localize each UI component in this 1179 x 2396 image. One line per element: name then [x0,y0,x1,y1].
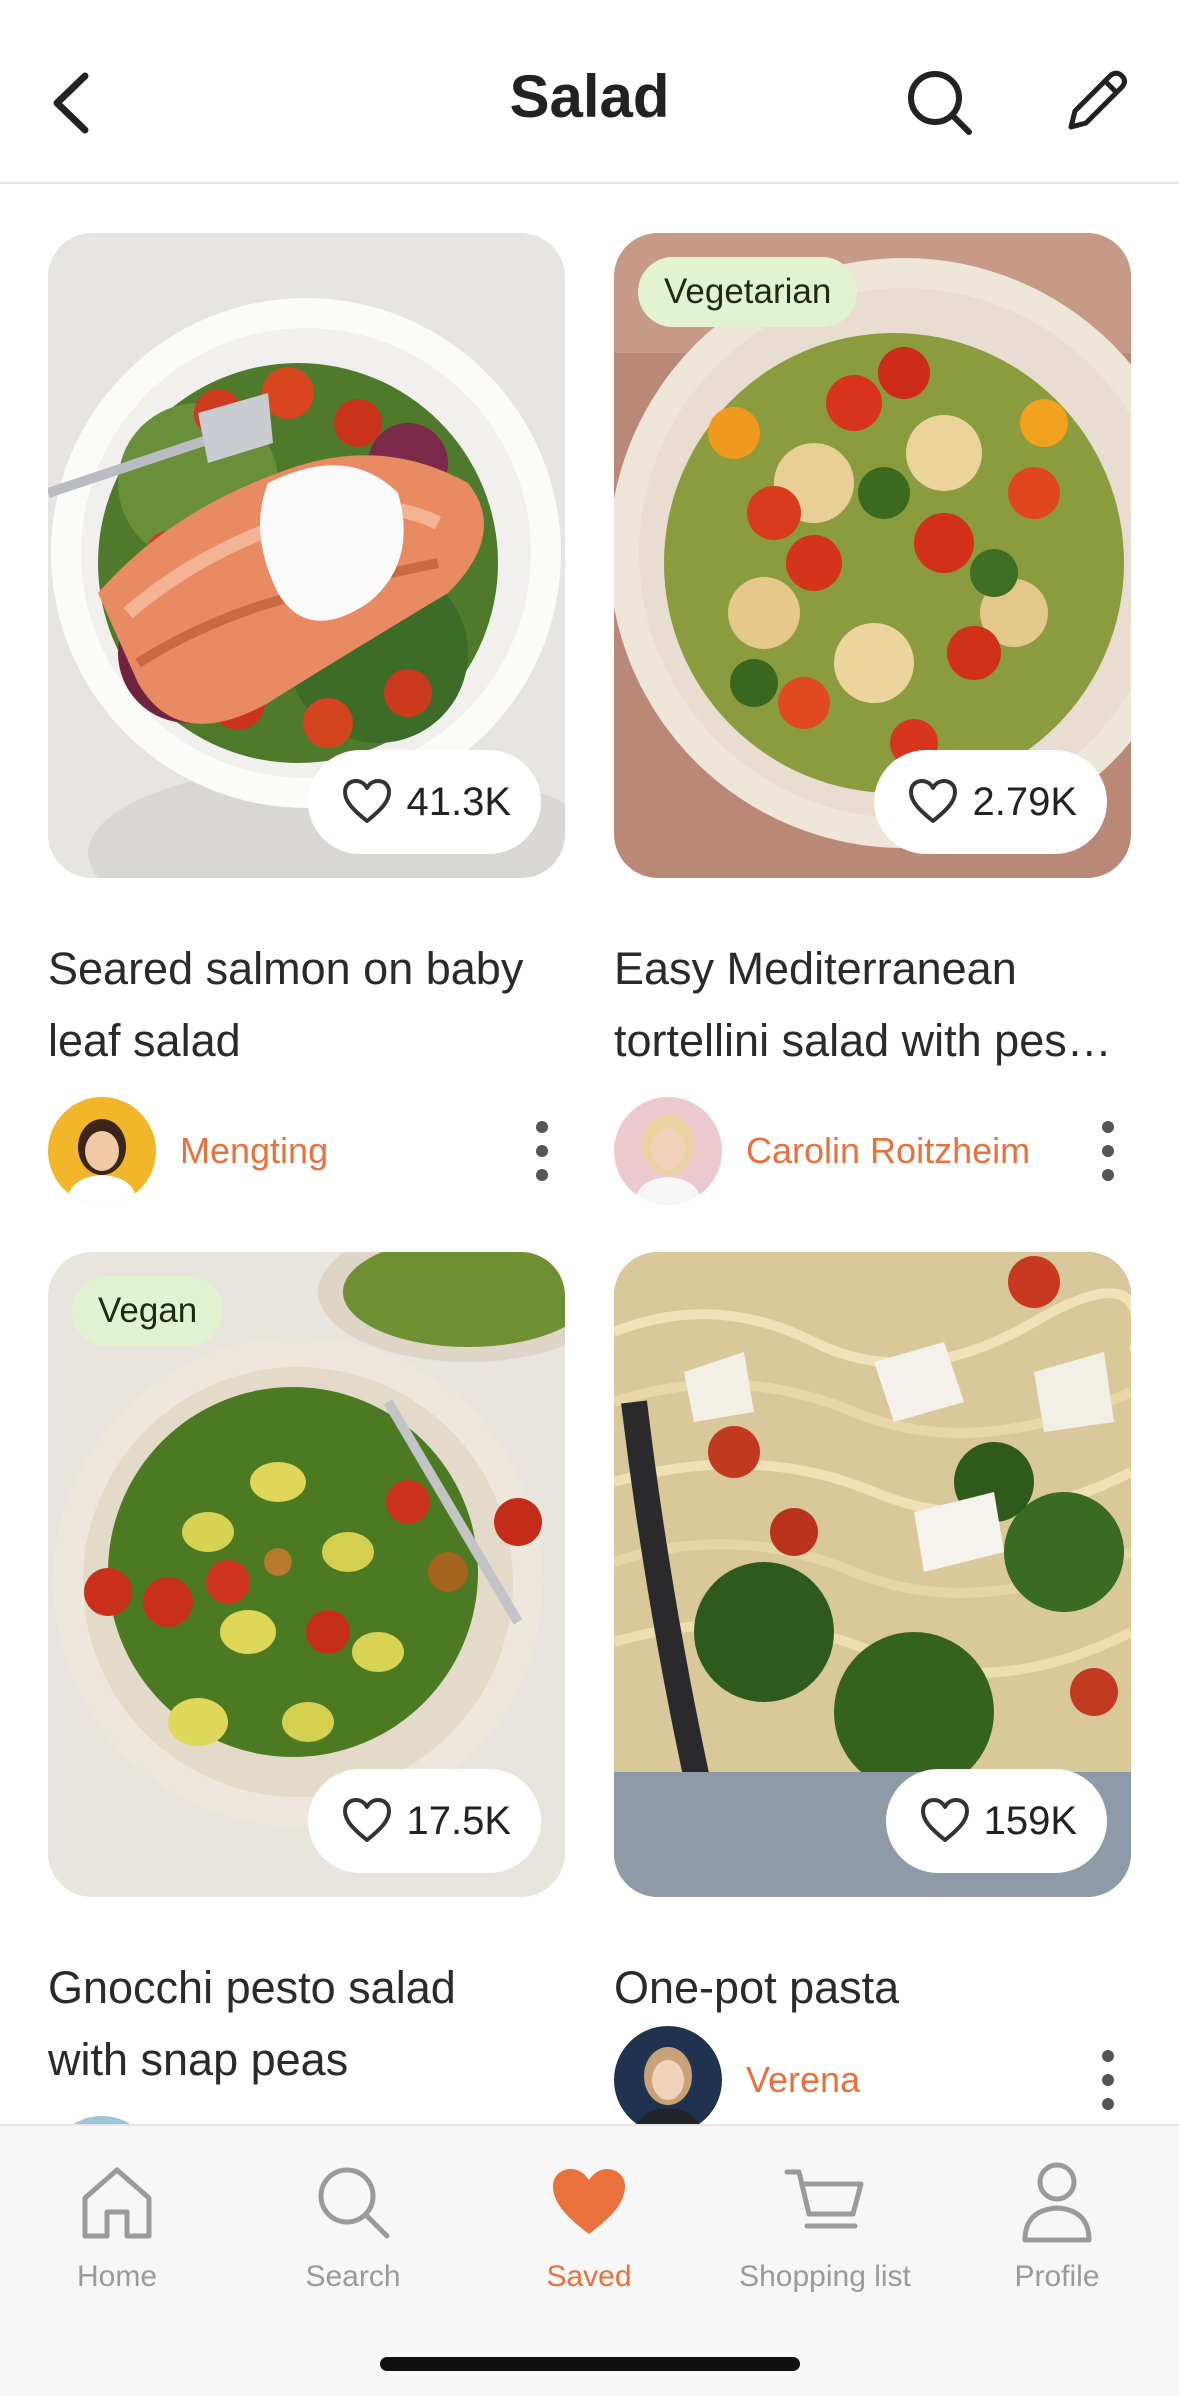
tab-label: Saved [546,2260,632,2293]
recipe-title[interactable]: Seared salmon on baby leaf salad [48,933,565,1077]
like-button[interactable]: 2.79K [874,750,1107,854]
recipe-title-line: Gnocchi pesto salad [48,1962,456,2013]
heart-outline-icon [909,779,958,823]
tab-label: Shopping list [739,2260,911,2293]
more-dot [1102,2050,1114,2062]
author-name[interactable]: Verena [746,2059,860,2101]
like-count: 41.3K [406,779,511,824]
recipe-photo[interactable]: 159K [614,1252,1131,1897]
avatar[interactable] [614,2026,722,2134]
edit-button[interactable] [1050,58,1140,148]
author-photo [614,2026,722,2134]
recipe-title[interactable]: Easy Mediterranean tortellini salad with… [614,933,1131,1077]
recipe-photo[interactable]: 41.3K [48,233,565,878]
more-dot [1102,1121,1114,1133]
person-icon [1022,2162,1092,2243]
more-dot [536,1169,548,1181]
tab-saved[interactable]: Saved [469,2152,709,2294]
recipe-card[interactable]: 41.3K Seared salmon on baby leaf salad M… [48,233,565,1205]
home-icon [82,2167,152,2239]
recipe-title-line: tortellini salad with pes… [614,1015,1112,1066]
author-row: Verena [614,2026,1131,2134]
recipe-card[interactable]: 159K One-pot pasta Verena [614,1252,1131,2134]
more-dot [1102,2074,1114,2086]
recipe-title[interactable]: Gnocchi pesto salad with snap peas [48,1952,565,2096]
cart-icon [784,2169,864,2229]
author-name[interactable]: Carolin Roitzheim [746,1130,1030,1172]
search-button[interactable] [895,58,985,148]
recipe-title[interactable]: One-pot pasta [614,1952,1131,2024]
search-icon [318,2167,390,2239]
heart-outline-icon [920,1798,969,1842]
tab-label: Profile [1014,2260,1100,2293]
search-icon [908,71,972,135]
page-title: Salad [509,63,670,130]
like-count: 17.5K [406,1798,511,1843]
tab-home[interactable]: Home [0,2152,237,2294]
tab-search[interactable]: Search [233,2152,473,2294]
recipe-photo[interactable]: Vegan 17.5K [48,1252,565,1897]
diet-tag: Vegan [72,1276,224,1346]
recipe-card[interactable]: Vegetarian 2.79K Easy Mediterranean tort… [614,233,1131,1205]
more-dot [536,1121,548,1133]
recipe-title-line: Seared salmon on baby [48,943,524,994]
more-dot [536,1145,548,1157]
more-dot [1102,2098,1114,2110]
more-options-button[interactable] [527,1121,557,1181]
like-button[interactable]: 17.5K [308,1769,541,1873]
tab-profile[interactable]: Profile [937,2152,1177,2294]
like-count: 159K [983,1798,1077,1843]
diet-tag: Vegetarian [638,257,858,327]
author-photo [614,1097,722,1205]
tab-label: Search [305,2260,401,2293]
like-button[interactable]: 159K [885,1769,1107,1873]
home-indicator [380,2357,800,2371]
recipe-card[interactable]: Vegan 17.5K Gnocchi pesto salad with sna… [48,1252,565,2224]
top-nav-bar: Salad [0,0,1179,184]
more-options-button[interactable] [1093,1121,1123,1181]
bottom-tab-bar: Home Search Saved Shopping list Profile [0,2124,1179,2396]
heart-outline-icon [343,1798,392,1842]
author-photo [48,1097,156,1205]
like-count: 2.79K [972,779,1077,824]
tab-shopping-list[interactable]: Shopping list [705,2152,945,2294]
recipe-title-line: Easy Mediterranean [614,943,1017,994]
pencil-icon [1068,70,1127,130]
recipe-title-line: One-pot pasta [614,1962,900,2013]
recipe-photo[interactable]: Vegetarian 2.79K [614,233,1131,878]
recipe-title-line: with snap peas [48,2034,349,2085]
avatar[interactable] [48,1097,156,1205]
recipe-title-line: leaf salad [48,1015,241,1066]
author-name[interactable]: Mengting [180,1130,328,1172]
more-dot [1102,1145,1114,1157]
heart-icon [553,2169,625,2234]
author-row: Mengting [48,1097,565,1205]
more-dot [1102,1169,1114,1181]
heart-outline-icon [343,779,392,823]
avatar[interactable] [614,1097,722,1205]
tab-label: Home [76,2260,158,2293]
more-options-button[interactable] [1093,2050,1123,2110]
author-row: Carolin Roitzheim [614,1097,1131,1205]
like-button[interactable]: 41.3K [308,750,541,854]
